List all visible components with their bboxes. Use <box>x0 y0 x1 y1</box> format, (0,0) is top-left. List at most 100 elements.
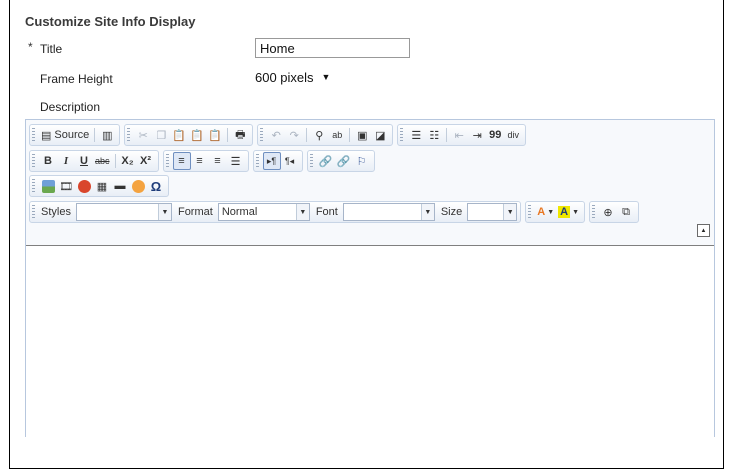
bold-button[interactable]: B <box>39 152 57 170</box>
find-button[interactable]: ⚲ <box>310 126 328 144</box>
size-combo[interactable]: ▼ <box>467 203 518 221</box>
show-blocks-button[interactable]: ⧉ <box>617 203 635 221</box>
unlink-icon: 🔗 <box>336 155 351 168</box>
outdent-button[interactable]: ⇤ <box>450 126 468 144</box>
paste-text-button[interactable]: 📋 <box>188 126 206 144</box>
smiley-icon <box>131 179 145 193</box>
select-all-button[interactable]: ▣ <box>353 126 371 144</box>
paste-text-icon: 📋 <box>190 129 205 142</box>
eraser-icon: ◪ <box>375 129 386 142</box>
replace-button[interactable]: ab <box>328 126 346 144</box>
undo-button[interactable]: ↶ <box>267 126 285 144</box>
styles-combo[interactable]: ▼ <box>75 203 172 221</box>
bulleted-list-button[interactable]: ☷ <box>425 126 443 144</box>
subscript-button[interactable]: X₂ <box>119 152 137 170</box>
rtl-button[interactable]: ¶◂ <box>281 152 299 170</box>
toolbar-group-justify: ≡ ≡ ≡ ☰ <box>162 150 249 172</box>
maximize-button[interactable]: ⊕ <box>599 203 617 221</box>
toolbar-grip <box>592 205 596 219</box>
align-right-button[interactable]: ≡ <box>209 152 227 170</box>
div-button[interactable]: div <box>504 126 522 144</box>
title-label: Title <box>40 42 63 56</box>
align-center-button[interactable]: ≡ <box>191 152 209 170</box>
anchor-button[interactable]: ⚐ <box>353 152 371 170</box>
editor-content-area[interactable] <box>26 245 714 437</box>
print-button[interactable]: 🖶 <box>231 126 249 144</box>
horizontal-rule-icon: ▬ <box>114 180 126 192</box>
unlink-button[interactable]: 🔗 <box>335 152 353 170</box>
frame-height-select[interactable]: 600 pixels ▼ <box>255 67 330 87</box>
table-button[interactable]: ▦ <box>93 177 111 195</box>
strike-button[interactable]: abc <box>93 152 112 170</box>
image-icon <box>41 179 55 193</box>
description-label: Description <box>40 100 101 114</box>
cut-button[interactable]: ✂ <box>134 126 152 144</box>
copy-button[interactable]: ❐ <box>152 126 170 144</box>
toolbar-group-tools: ⊕ ⧉ <box>589 201 640 223</box>
toolbar-separator <box>306 128 308 142</box>
bg-color-button[interactable]: A ▼ <box>556 203 581 221</box>
format-combo[interactable]: Normal ▼ <box>217 203 310 221</box>
toolbar-grip <box>528 205 532 219</box>
required-marker: * <box>28 40 33 54</box>
link-button[interactable]: 🔗 <box>317 152 335 170</box>
font-combo[interactable]: ▼ <box>342 203 435 221</box>
quote-icon: 99 <box>489 129 502 141</box>
paste-word-button[interactable]: 📋 <box>206 126 224 144</box>
redo-button[interactable]: ↷ <box>285 126 303 144</box>
italic-button[interactable]: I <box>57 152 75 170</box>
show-blocks-icon: ⧉ <box>622 205 630 218</box>
text-color-button[interactable]: A ▼ <box>535 203 556 221</box>
media-icon <box>77 179 91 193</box>
toolbar-grip <box>32 205 35 219</box>
chevron-down-icon: ▼ <box>157 204 171 220</box>
title-input[interactable] <box>255 38 410 58</box>
outdent-icon: ⇤ <box>454 129 464 142</box>
redo-icon: ↷ <box>289 129 299 142</box>
templates-icon: ▥ <box>102 129 113 142</box>
media-button[interactable] <box>75 177 93 195</box>
toolbar-separator <box>227 128 229 142</box>
replace-icon: ab <box>332 130 343 140</box>
source-button[interactable]: ▤ Source <box>39 126 91 144</box>
source-icon: ▤ <box>41 129 52 142</box>
table-icon: ▦ <box>96 180 108 193</box>
remove-format-button[interactable]: ◪ <box>371 126 389 144</box>
print-icon: 🖶 <box>235 128 246 141</box>
format-label: Format <box>177 206 213 218</box>
site-info-panel: Customize Site Info Display * Title Fram… <box>9 0 724 469</box>
toolbar-group-colors: A ▼ A ▼ <box>525 201 586 223</box>
horizontal-rule-button[interactable]: ▬ <box>111 177 129 195</box>
paste-button[interactable]: 📋 <box>170 126 188 144</box>
chevron-down-icon: ▼ <box>547 208 555 216</box>
triangle-up-icon: ▲ <box>700 227 707 234</box>
toolbar-group-editing: ↶ ↷ ⚲ ab ▣ ◪ <box>257 124 394 146</box>
toolbar-group-insert: 🎞 ▦ ▬ Ω <box>29 175 169 197</box>
toolbar-row-3: 🎞 ▦ ▬ Ω <box>29 174 173 198</box>
toolbar-grip <box>255 154 259 168</box>
binoculars-icon: ⚲ <box>315 129 324 142</box>
toolbar-grip <box>127 128 131 142</box>
collapse-toolbar-button[interactable]: ▲ <box>697 224 710 237</box>
templates-button[interactable]: ▥ <box>98 126 116 144</box>
special-char-button[interactable]: Ω <box>147 177 165 195</box>
blockquote-button[interactable]: 99 <box>486 126 504 144</box>
smiley-button[interactable] <box>129 177 147 195</box>
indent-button[interactable]: ⇥ <box>468 126 486 144</box>
rich-text-editor: ▤ Source ▥ ✂ ❐ 📋 📋 📋 🖶 ↶ ↷ ⚲ ab ▣ ◪ ☰ ☷ … <box>25 119 715 437</box>
toolbar-grip <box>32 154 35 168</box>
numbered-list-button[interactable]: ☰ <box>407 126 425 144</box>
superscript-button[interactable]: X² <box>137 152 155 170</box>
bulleted-list-icon: ☷ <box>429 129 440 142</box>
film-icon: 🎞 <box>59 180 73 193</box>
underline-button[interactable]: U <box>75 152 93 170</box>
toolbar-grip <box>32 128 35 142</box>
flash-button[interactable]: 🎞 <box>57 177 75 195</box>
align-justify-button[interactable]: ☰ <box>227 152 245 170</box>
image-button[interactable] <box>39 177 57 195</box>
chevron-down-icon: ▼ <box>295 204 309 220</box>
ltr-button[interactable]: ▸¶ <box>262 152 281 170</box>
align-left-button[interactable]: ≡ <box>172 152 191 170</box>
select-all-icon: ▣ <box>357 129 368 142</box>
chevron-down-icon: ▼ <box>572 208 580 216</box>
